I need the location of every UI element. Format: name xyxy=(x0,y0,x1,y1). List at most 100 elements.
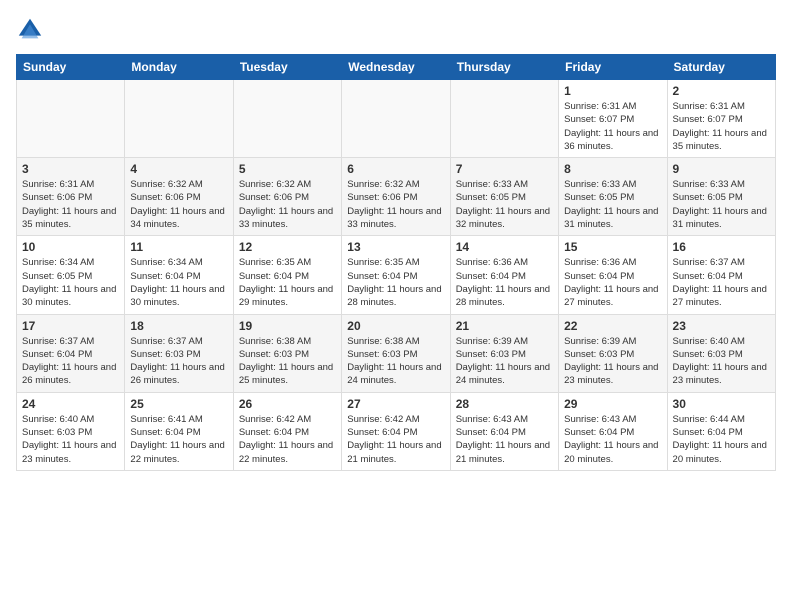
day-number: 25 xyxy=(130,397,227,411)
day-info: Sunrise: 6:43 AM Sunset: 6:04 PM Dayligh… xyxy=(456,413,553,466)
calendar-cell: 22 Sunrise: 6:39 AM Sunset: 6:03 PM Dayli… xyxy=(559,314,667,392)
calendar-cell: 30 Sunrise: 6:44 AM Sunset: 6:04 PM Dayli… xyxy=(667,392,775,470)
day-info: Sunrise: 6:40 AM Sunset: 6:03 PM Dayligh… xyxy=(673,335,770,388)
calendar-cell: 4 Sunrise: 6:32 AM Sunset: 6:06 PM Daylig… xyxy=(125,158,233,236)
calendar-cell: 5 Sunrise: 6:32 AM Sunset: 6:06 PM Daylig… xyxy=(233,158,341,236)
calendar-cell: 8 Sunrise: 6:33 AM Sunset: 6:05 PM Daylig… xyxy=(559,158,667,236)
calendar-cell: 27 Sunrise: 6:42 AM Sunset: 6:04 PM Dayli… xyxy=(342,392,450,470)
calendar-header-saturday: Saturday xyxy=(667,55,775,80)
calendar-cell: 14 Sunrise: 6:36 AM Sunset: 6:04 PM Dayli… xyxy=(450,236,558,314)
calendar-header-sunday: Sunday xyxy=(17,55,125,80)
day-info: Sunrise: 6:32 AM Sunset: 6:06 PM Dayligh… xyxy=(347,178,444,231)
calendar-cell: 2 Sunrise: 6:31 AM Sunset: 6:07 PM Daylig… xyxy=(667,80,775,158)
day-number: 20 xyxy=(347,319,444,333)
calendar-week-2: 3 Sunrise: 6:31 AM Sunset: 6:06 PM Daylig… xyxy=(17,158,776,236)
day-number: 14 xyxy=(456,240,553,254)
logo-icon xyxy=(16,16,44,44)
day-info: Sunrise: 6:32 AM Sunset: 6:06 PM Dayligh… xyxy=(239,178,336,231)
day-number: 9 xyxy=(673,162,770,176)
calendar-week-3: 10 Sunrise: 6:34 AM Sunset: 6:05 PM Dayli… xyxy=(17,236,776,314)
day-number: 28 xyxy=(456,397,553,411)
day-info: Sunrise: 6:33 AM Sunset: 6:05 PM Dayligh… xyxy=(673,178,770,231)
calendar-cell: 15 Sunrise: 6:36 AM Sunset: 6:04 PM Dayli… xyxy=(559,236,667,314)
calendar-cell: 23 Sunrise: 6:40 AM Sunset: 6:03 PM Dayli… xyxy=(667,314,775,392)
day-number: 10 xyxy=(22,240,119,254)
calendar-cell: 10 Sunrise: 6:34 AM Sunset: 6:05 PM Dayli… xyxy=(17,236,125,314)
day-number: 26 xyxy=(239,397,336,411)
day-number: 13 xyxy=(347,240,444,254)
day-info: Sunrise: 6:39 AM Sunset: 6:03 PM Dayligh… xyxy=(456,335,553,388)
calendar-cell: 26 Sunrise: 6:42 AM Sunset: 6:04 PM Dayli… xyxy=(233,392,341,470)
day-info: Sunrise: 6:36 AM Sunset: 6:04 PM Dayligh… xyxy=(564,256,661,309)
calendar-week-5: 24 Sunrise: 6:40 AM Sunset: 6:03 PM Dayli… xyxy=(17,392,776,470)
day-number: 2 xyxy=(673,84,770,98)
day-info: Sunrise: 6:37 AM Sunset: 6:04 PM Dayligh… xyxy=(22,335,119,388)
day-info: Sunrise: 6:35 AM Sunset: 6:04 PM Dayligh… xyxy=(347,256,444,309)
calendar-cell: 17Sunrise: 6:37 AM Sunset: 6:04 PM Dayli… xyxy=(17,314,125,392)
day-info: Sunrise: 6:39 AM Sunset: 6:03 PM Dayligh… xyxy=(564,335,661,388)
calendar-cell: 29Sunrise: 6:43 AM Sunset: 6:04 PM Dayli… xyxy=(559,392,667,470)
calendar-cell: 9 Sunrise: 6:33 AM Sunset: 6:05 PM Daylig… xyxy=(667,158,775,236)
calendar-cell: 24 Sunrise: 6:40 AM Sunset: 6:03 PM Dayli… xyxy=(17,392,125,470)
calendar-cell xyxy=(17,80,125,158)
day-info: Sunrise: 6:42 AM Sunset: 6:04 PM Dayligh… xyxy=(347,413,444,466)
day-info: Sunrise: 6:31 AM Sunset: 6:07 PM Dayligh… xyxy=(673,100,770,153)
calendar-cell: 6 Sunrise: 6:32 AM Sunset: 6:06 PM Daylig… xyxy=(342,158,450,236)
calendar-cell: 28 Sunrise: 6:43 AM Sunset: 6:04 PM Dayli… xyxy=(450,392,558,470)
page-header xyxy=(16,16,776,44)
day-info: Sunrise: 6:33 AM Sunset: 6:05 PM Dayligh… xyxy=(456,178,553,231)
day-number: 1 xyxy=(564,84,661,98)
logo xyxy=(16,16,48,44)
calendar-cell: 11 Sunrise: 6:34 AM Sunset: 6:04 PM Dayli… xyxy=(125,236,233,314)
day-number: 15 xyxy=(564,240,661,254)
day-info: Sunrise: 6:40 AM Sunset: 6:03 PM Dayligh… xyxy=(22,413,119,466)
calendar-cell: 18 Sunrise: 6:37 AM Sunset: 6:03 PM Dayli… xyxy=(125,314,233,392)
day-number: 11 xyxy=(130,240,227,254)
day-number: 19 xyxy=(239,319,336,333)
calendar-cell: 25Sunrise: 6:41 AM Sunset: 6:04 PM Dayli… xyxy=(125,392,233,470)
day-info: Sunrise: 6:32 AM Sunset: 6:06 PM Dayligh… xyxy=(130,178,227,231)
calendar-cell: 3 Sunrise: 6:31 AM Sunset: 6:06 PM Daylig… xyxy=(17,158,125,236)
day-info: Sunrise: 6:36 AM Sunset: 6:04 PM Dayligh… xyxy=(456,256,553,309)
day-info: Sunrise: 6:31 AM Sunset: 6:07 PM Dayligh… xyxy=(564,100,661,153)
day-number: 8 xyxy=(564,162,661,176)
calendar-cell xyxy=(342,80,450,158)
day-number: 5 xyxy=(239,162,336,176)
day-number: 7 xyxy=(456,162,553,176)
day-info: Sunrise: 6:34 AM Sunset: 6:04 PM Dayligh… xyxy=(130,256,227,309)
day-number: 24 xyxy=(22,397,119,411)
day-number: 23 xyxy=(673,319,770,333)
calendar-week-1: 1 Sunrise: 6:31 AM Sunset: 6:07 PM Daylig… xyxy=(17,80,776,158)
calendar-header-thursday: Thursday xyxy=(450,55,558,80)
calendar-header-monday: Monday xyxy=(125,55,233,80)
day-info: Sunrise: 6:34 AM Sunset: 6:05 PM Dayligh… xyxy=(22,256,119,309)
day-number: 18 xyxy=(130,319,227,333)
calendar-table: SundayMondayTuesdayWednesdayThursdayFrid… xyxy=(16,54,776,471)
day-info: Sunrise: 6:37 AM Sunset: 6:03 PM Dayligh… xyxy=(130,335,227,388)
calendar-header-row: SundayMondayTuesdayWednesdayThursdayFrid… xyxy=(17,55,776,80)
day-number: 27 xyxy=(347,397,444,411)
day-info: Sunrise: 6:43 AM Sunset: 6:04 PM Dayligh… xyxy=(564,413,661,466)
calendar-cell: 20Sunrise: 6:38 AM Sunset: 6:03 PM Dayli… xyxy=(342,314,450,392)
day-number: 3 xyxy=(22,162,119,176)
calendar-cell xyxy=(125,80,233,158)
day-number: 4 xyxy=(130,162,227,176)
calendar-cell: 21Sunrise: 6:39 AM Sunset: 6:03 PM Dayli… xyxy=(450,314,558,392)
day-info: Sunrise: 6:33 AM Sunset: 6:05 PM Dayligh… xyxy=(564,178,661,231)
day-info: Sunrise: 6:38 AM Sunset: 6:03 PM Dayligh… xyxy=(239,335,336,388)
day-number: 16 xyxy=(673,240,770,254)
day-number: 6 xyxy=(347,162,444,176)
calendar-header-friday: Friday xyxy=(559,55,667,80)
day-info: Sunrise: 6:44 AM Sunset: 6:04 PM Dayligh… xyxy=(673,413,770,466)
calendar-cell xyxy=(233,80,341,158)
day-info: Sunrise: 6:31 AM Sunset: 6:06 PM Dayligh… xyxy=(22,178,119,231)
day-number: 22 xyxy=(564,319,661,333)
day-info: Sunrise: 6:37 AM Sunset: 6:04 PM Dayligh… xyxy=(673,256,770,309)
calendar-cell: 7 Sunrise: 6:33 AM Sunset: 6:05 PM Daylig… xyxy=(450,158,558,236)
calendar-header-wednesday: Wednesday xyxy=(342,55,450,80)
day-number: 30 xyxy=(673,397,770,411)
calendar-cell: 16 Sunrise: 6:37 AM Sunset: 6:04 PM Dayli… xyxy=(667,236,775,314)
calendar-cell: 1 Sunrise: 6:31 AM Sunset: 6:07 PM Daylig… xyxy=(559,80,667,158)
day-info: Sunrise: 6:42 AM Sunset: 6:04 PM Dayligh… xyxy=(239,413,336,466)
calendar-cell: 12Sunrise: 6:35 AM Sunset: 6:04 PM Dayli… xyxy=(233,236,341,314)
